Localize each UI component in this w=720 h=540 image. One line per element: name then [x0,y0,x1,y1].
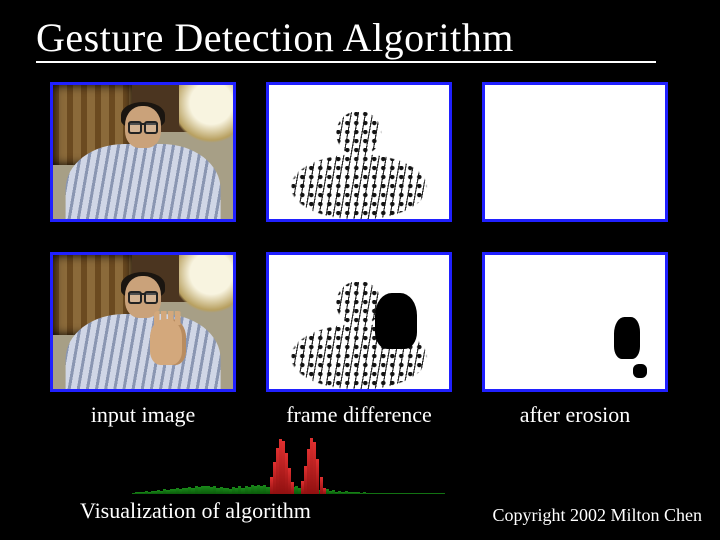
slide-title: Gesture Detection Algorithm [36,14,514,61]
histogram-bar-bg [441,493,444,494]
subject-glasses [128,123,158,131]
histogram-panel [132,436,444,494]
subject-torso [66,314,221,389]
histogram-bars [132,436,444,494]
subject-glasses [128,293,158,301]
slide: Gesture Detection Algorithm [0,0,720,540]
diff-silhouette [280,112,438,219]
after-erosion-2 [482,252,668,392]
residual-blob [614,317,640,359]
column-label-erosion: after erosion [482,402,668,428]
residual-blob-small [633,364,647,378]
column-labels: input image frame difference after erosi… [50,402,670,428]
erosion-visual [485,85,665,219]
title-underline [36,61,656,63]
frame-difference-2 [266,252,452,392]
copyright-text: Copyright 2002 Milton Chen [492,505,702,526]
after-erosion-1 [482,82,668,222]
histogram-caption: Visualization of algorithm [80,498,311,524]
image-grid [50,82,670,392]
frame-diff-visual [269,85,449,219]
input-photo [53,85,233,219]
input-image-frame-2 [50,252,236,392]
input-photo [53,255,233,389]
subject-torso [66,144,221,219]
column-label-framediff: frame difference [266,402,452,428]
diff-hand-blob [375,293,417,349]
window-light [179,255,233,315]
window-light [179,85,233,145]
input-image-frame-1 [50,82,236,222]
subject-hand [150,319,186,365]
erosion-visual [485,255,665,389]
frame-diff-visual [269,255,449,389]
column-label-input: input image [50,402,236,428]
frame-difference-1 [266,82,452,222]
